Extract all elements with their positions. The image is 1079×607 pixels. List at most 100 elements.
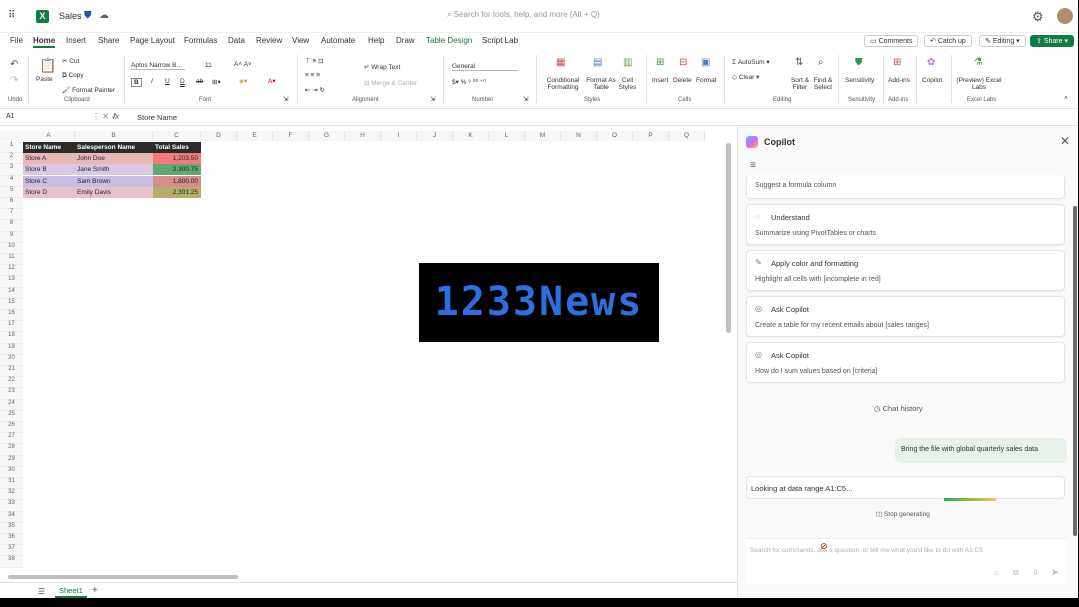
app-launcher-icon[interactable]: ⠿	[8, 11, 18, 21]
collapse-ribbon-icon[interactable]: ˄	[1064, 95, 1068, 102]
cut-button[interactable]: ✂ Cut	[62, 57, 79, 65]
table-header-cell[interactable]: Store Name	[23, 142, 75, 153]
fill-color-icon[interactable]: ◈▾	[239, 77, 247, 85]
format-as-table-button[interactable]: Format As Table	[584, 77, 618, 91]
insert-cells-button[interactable]: Insert	[652, 77, 668, 84]
copilot-ribbon-button[interactable]: Copilot	[922, 77, 942, 84]
share-button[interactable]: ⇪ Share ▾	[1030, 35, 1074, 47]
tab-formulas[interactable]: Formulas	[184, 36, 217, 45]
row-header[interactable]: 12	[0, 265, 23, 277]
menu-icon[interactable]: ≡	[750, 160, 756, 171]
clear-button[interactable]: ◇ Clear ▾	[732, 73, 759, 81]
row-header[interactable]: 26	[0, 422, 23, 434]
column-header[interactable]: J	[417, 131, 453, 141]
format-cells-icon[interactable]: ▣	[701, 57, 710, 68]
column-header[interactable]: D	[201, 131, 237, 141]
sensitivity-icon[interactable]: ⛊	[855, 57, 863, 68]
row-header[interactable]: 37	[0, 545, 23, 557]
add-ins-icon[interactable]: ⊞	[893, 57, 901, 68]
wrap-text-button[interactable]: ↵ Wrap Text	[364, 63, 400, 71]
font-size-select[interactable]: 11	[205, 62, 212, 69]
row-header[interactable]: 34	[0, 511, 23, 523]
row-header[interactable]: 28	[0, 444, 23, 456]
autosum-button[interactable]: Σ AutoSum ▾	[732, 58, 770, 66]
table-header-cell[interactable]: Total Sales	[153, 142, 201, 153]
column-header[interactable]: G	[309, 131, 345, 141]
column-header[interactable]: O	[597, 131, 633, 141]
number-dialog-launcher-icon[interactable]: ⇲	[523, 95, 528, 103]
tab-view[interactable]: View	[292, 36, 309, 45]
font-color-icon[interactable]: A▾	[268, 77, 276, 85]
row-header[interactable]: 14	[0, 287, 23, 299]
column-header[interactable]: I	[381, 131, 417, 141]
editing-mode-button[interactable]: ✎ Editing ▾	[979, 35, 1026, 47]
format-painter-button[interactable]: 🖌 Format Painter	[62, 86, 115, 94]
excel-labs-button[interactable]: (Preview) Excel Labs	[956, 77, 1002, 91]
format-as-table-icon[interactable]: ▤	[593, 57, 602, 68]
delete-cells-icon[interactable]: ⊟	[679, 57, 687, 68]
column-header[interactable]: B	[75, 131, 153, 141]
vertical-scrollbar[interactable]	[726, 143, 731, 333]
find-select-button[interactable]: Find & Select	[811, 77, 835, 91]
column-header[interactable]: F	[273, 131, 309, 141]
row-header[interactable]: 4	[0, 175, 23, 187]
tab-table-design[interactable]: Table Design	[426, 36, 472, 45]
tab-data[interactable]: Data	[228, 36, 245, 45]
row-header[interactable]: 1	[0, 142, 23, 154]
underline-button[interactable]: U	[165, 78, 170, 85]
row-header[interactable]: 23	[0, 388, 23, 400]
column-header[interactable]: E	[237, 131, 273, 141]
format-cells-button[interactable]: Format	[696, 77, 717, 84]
number-format-select[interactable]: General	[452, 63, 518, 71]
tab-page-layout[interactable]: Page Layout	[130, 36, 175, 45]
table-cell[interactable]: Store D	[23, 186, 75, 198]
tab-file[interactable]: File	[10, 36, 23, 45]
row-header[interactable]: 11	[0, 254, 23, 266]
row-header[interactable]: 19	[0, 343, 23, 355]
borders-icon[interactable]: ⊞▾	[212, 78, 221, 86]
tab-home[interactable]: Home	[33, 36, 56, 48]
row-header[interactable]: 13	[0, 276, 23, 288]
row-header[interactable]: 21	[0, 366, 23, 378]
row-header[interactable]: 6	[0, 198, 23, 210]
tab-review[interactable]: Review	[256, 36, 282, 45]
row-header[interactable]: 15	[0, 298, 23, 310]
row-header[interactable]: 24	[0, 399, 23, 411]
row-header[interactable]: 33	[0, 500, 23, 512]
column-header[interactable]: N	[561, 131, 597, 141]
row-header[interactable]: 18	[0, 332, 23, 344]
double-underline-button[interactable]: D	[180, 78, 185, 85]
grow-font-icon[interactable]: A˄ A˅	[234, 61, 252, 68]
find-select-icon[interactable]: ⌕	[818, 57, 824, 68]
sheet-tab[interactable]: Sheet1	[55, 583, 87, 598]
row-header[interactable]: 36	[0, 534, 23, 546]
row-header[interactable]: 9	[0, 231, 23, 243]
undo-icon[interactable]: ↶	[10, 59, 18, 70]
suggestion-card[interactable]: Suggest a formula column	[746, 175, 1065, 199]
table-cell[interactable]: Sam Brown	[75, 175, 153, 187]
select-all-corner[interactable]	[0, 131, 23, 141]
paste-button[interactable]: Paste	[36, 76, 53, 83]
insert-cells-icon[interactable]: ⊞	[656, 57, 664, 68]
prompt-card-understand[interactable]: ◌ Understand Summarize using PivotTables…	[746, 204, 1065, 245]
tab-script-lab[interactable]: Script Lab	[482, 36, 518, 45]
indent-icon[interactable]: ⇤ ⇥ ↻	[305, 86, 325, 94]
row-header[interactable]: 30	[0, 466, 23, 478]
column-header[interactable]: A	[23, 131, 75, 141]
settings-gear-icon[interactable]: ⚙	[1032, 9, 1044, 25]
row-header[interactable]: 20	[0, 354, 23, 366]
name-box[interactable]: A1	[6, 113, 15, 120]
stop-generating-button[interactable]: ◫ Stop generating	[876, 510, 930, 518]
tab-draw[interactable]: Draw	[396, 36, 415, 45]
row-header[interactable]: 31	[0, 478, 23, 490]
row-header[interactable]: 35	[0, 522, 23, 534]
column-header[interactable]: K	[453, 131, 489, 141]
column-header[interactable]: L	[489, 131, 525, 141]
row-header[interactable]: 3	[0, 164, 23, 176]
add-sheet-icon[interactable]: +	[92, 585, 98, 596]
close-icon[interactable]: ✕	[1060, 134, 1070, 148]
table-header-cell[interactable]: Salesperson Name	[75, 142, 153, 153]
redo-icon[interactable]: ↷	[10, 75, 18, 86]
file-name[interactable]: Sales	[59, 11, 82, 21]
copilot-scrollbar[interactable]	[1073, 206, 1077, 536]
